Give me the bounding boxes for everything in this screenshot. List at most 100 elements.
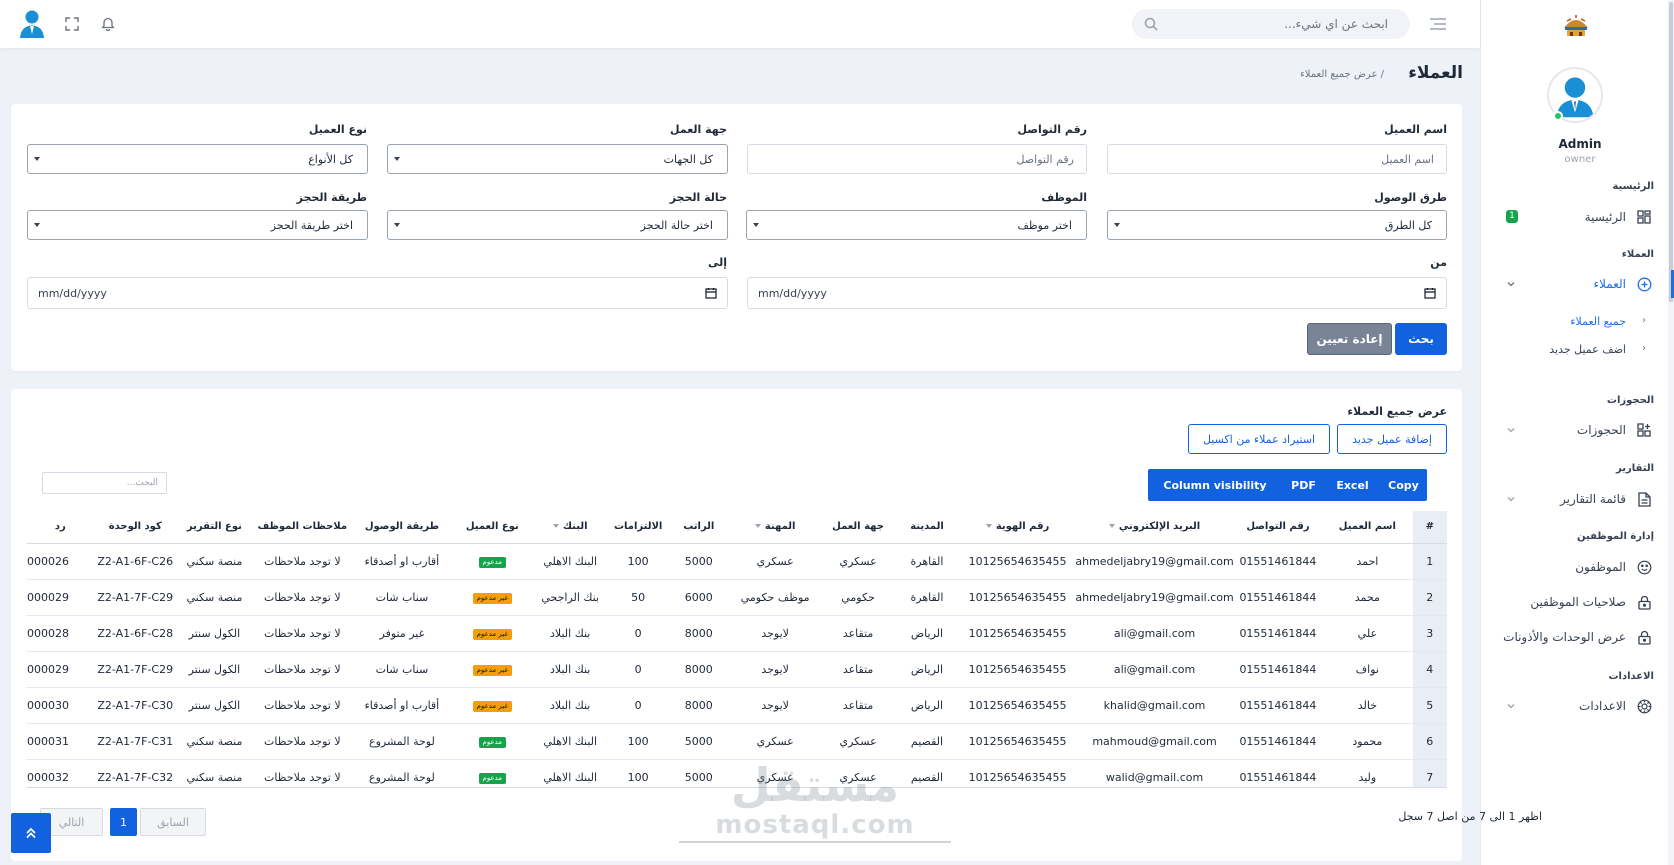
column-header-report-type[interactable]: نوع التقرير [176, 511, 253, 544]
client-type-select[interactable]: كل الأنواع [27, 144, 368, 174]
table-row[interactable]: 6 محمود 01551461844 mahmoud@gmail.com 101256… [27, 723, 1447, 760]
pagination-page-1[interactable]: 1 [110, 808, 137, 836]
contact-input[interactable] [760, 152, 1074, 166]
sidebar-item-settings[interactable]: الاعدادات [1486, 692, 1674, 720]
client-name-input[interactable] [1120, 152, 1434, 166]
column-header-unit-code[interactable]: كود الوحدة [93, 511, 177, 544]
cell-email: mahmoud@gmail.com [1075, 723, 1234, 760]
cell-client-type: غير مدعوم [451, 615, 534, 652]
contact-field[interactable] [747, 144, 1087, 174]
cell-unit-code: Z2-A1-6F-C26 [93, 543, 177, 580]
add-client-button[interactable]: إضافة عميل جديد [1337, 424, 1447, 454]
sort-caret-icon [552, 524, 559, 529]
sidebar-item-reports[interactable]: قائمة التقارير [1486, 485, 1674, 513]
document-icon [1636, 491, 1652, 507]
menu-icon[interactable] [1429, 17, 1447, 31]
table-row[interactable]: 4 نواف 01551461844 ali@gmail.com 10125654635… [27, 651, 1447, 688]
table-row[interactable]: 3 علي 01551461844 ali@gmail.com 101256546354… [27, 615, 1447, 652]
column-header-work-place[interactable]: جهة العمل [821, 511, 895, 544]
column-header-email[interactable]: البريد الإلكتروني [1075, 511, 1234, 544]
column-header-reply[interactable]: رد [27, 511, 94, 544]
profile-name: Admin [1558, 137, 1602, 151]
to-date-label: إلى [707, 256, 727, 269]
cell-id-number: 10125654635455 [959, 723, 1076, 760]
column-header-label: رقم الهوية [995, 521, 1050, 533]
cell-profession: عسكري [728, 723, 822, 760]
column-header-index[interactable]: # [1412, 511, 1447, 544]
dropdown-caret-icon [1114, 223, 1120, 227]
calendar-icon[interactable] [705, 287, 717, 299]
sidebar-item-permissions[interactable]: صلاحيات الموظفين [1486, 588, 1674, 616]
sidebar-item-bookings[interactable]: الحجوزات [1486, 416, 1674, 444]
copy-button[interactable]: Copy [1380, 469, 1427, 501]
sidebar-item-home[interactable]: الرئيسية 1 [1486, 203, 1674, 231]
pagination-prev[interactable]: السابق [140, 808, 206, 836]
booking-method-select[interactable]: اختر طريقة الحجز [27, 210, 368, 240]
column-header-city[interactable]: المدينة [894, 511, 960, 544]
cell-obligations: 0 [607, 615, 670, 652]
sidebar-item-units[interactable]: عرض الوحدات والأذونات [1486, 623, 1674, 651]
column-header-arrival-method[interactable]: طريقة الوصول [352, 511, 452, 544]
import-excel-button[interactable]: استيراد عملاء من اكسيل [1188, 424, 1330, 454]
table-row[interactable]: 1 احمد 01551461844 ahmedeljabry19@gmail.com… [27, 543, 1447, 580]
table-info: اظهر 1 الى 7 من اصل 7 سجل [1398, 810, 1542, 823]
client-type-badge: مدعوم [478, 557, 507, 568]
cell-report-type: منصة سكني [176, 543, 253, 580]
column-header-bank[interactable]: البنك [533, 511, 608, 544]
cell-employee-notes: لا توجد ملاحظات [252, 615, 353, 652]
arrival-select[interactable]: كل الطرق [1107, 210, 1447, 240]
fullscreen-icon[interactable] [65, 17, 79, 31]
table-row[interactable]: 5 خالد 01551461844 khalid@gmail.com 10125654… [27, 687, 1447, 724]
cell-id-number: 10125654635455 [959, 759, 1076, 787]
calendar-icon[interactable] [1424, 287, 1436, 299]
table-row[interactable]: 2 محمد 01551461844 ahmedeljabry19@gmail.com… [27, 579, 1447, 616]
cell-report-type: الكول سنتر [176, 687, 253, 724]
scroll-to-top-button[interactable] [11, 813, 51, 853]
to-date-field[interactable]: mm/dd/yyyy [27, 277, 728, 309]
table-header-row: # اسم العميل رقم التواصل البريد الإلكترو… [27, 511, 1447, 544]
from-date-field[interactable]: mm/dd/yyyy [747, 277, 1447, 309]
reset-button[interactable]: إعادة تعيين [1307, 323, 1392, 355]
column-header-salary[interactable]: الراتب [669, 511, 729, 544]
cell-bank: البنك الاهلي [533, 543, 608, 580]
sidebar-item-clients[interactable]: العملاء [1486, 270, 1674, 298]
chevron-left-icon: ‹ [1642, 315, 1646, 326]
sidebar-item-employees[interactable]: الموظفون [1486, 553, 1674, 581]
column-visibility-button[interactable]: Column visibility [1148, 469, 1282, 501]
cell-city: القصيم [894, 723, 960, 760]
client-type-label: نوع العميل [308, 123, 367, 136]
client-type-badge: غير مدعوم [472, 665, 512, 676]
cell-client-name: خالد [1322, 687, 1413, 724]
table-search-input[interactable] [51, 478, 158, 488]
table-search[interactable] [42, 472, 167, 494]
sidebar-subitem-all-clients[interactable]: ‹ جميع العملاء [1486, 310, 1674, 332]
column-header-client-type[interactable]: نوع العميل [451, 511, 534, 544]
column-header-obligations[interactable]: الالتزامات [607, 511, 670, 544]
cell-unit-code: Z2-A1-7F-C29 [93, 651, 177, 688]
sidebar-subitem-add-client[interactable]: ‹ اضف عميل جديد [1486, 338, 1674, 360]
cell-reply: 000026 [27, 543, 94, 580]
online-status-dot [1553, 111, 1563, 121]
global-search[interactable] [1132, 9, 1410, 39]
cell-employee-notes: لا توجد ملاحظات [252, 651, 353, 688]
column-header-id-number[interactable]: رقم الهوية [959, 511, 1076, 544]
column-header-client-name[interactable]: اسم العميل [1322, 511, 1413, 544]
search-button[interactable]: بحث [1395, 323, 1447, 355]
breadcrumb[interactable]: / عرض جميع العملاء [1300, 69, 1384, 80]
user-avatar-icon[interactable] [19, 9, 45, 39]
employee-select[interactable]: اختر موظف [746, 210, 1087, 240]
column-header-contact[interactable]: رقم التواصل [1233, 511, 1323, 544]
table-row[interactable]: 7 وليد 01551461844 walid@gmail.com 101256546… [27, 759, 1447, 787]
client-type-badge: مدعوم [478, 737, 507, 748]
logo-icon[interactable] [1561, 10, 1591, 40]
booking-status-select[interactable]: اختر حالة الحجز [387, 210, 728, 240]
bell-icon[interactable] [101, 16, 115, 31]
work-place-select[interactable]: كل الجهات [387, 144, 728, 174]
pdf-button[interactable]: PDF [1282, 469, 1325, 501]
excel-button[interactable]: Excel [1325, 469, 1380, 501]
cell-contact: 01551461844 [1233, 723, 1323, 760]
column-header-employee-notes[interactable]: ملاحظات الموظف [252, 511, 353, 544]
column-header-profession[interactable]: المهنة [728, 511, 822, 544]
global-search-input[interactable] [1168, 17, 1388, 31]
client-name-field[interactable] [1107, 144, 1447, 174]
